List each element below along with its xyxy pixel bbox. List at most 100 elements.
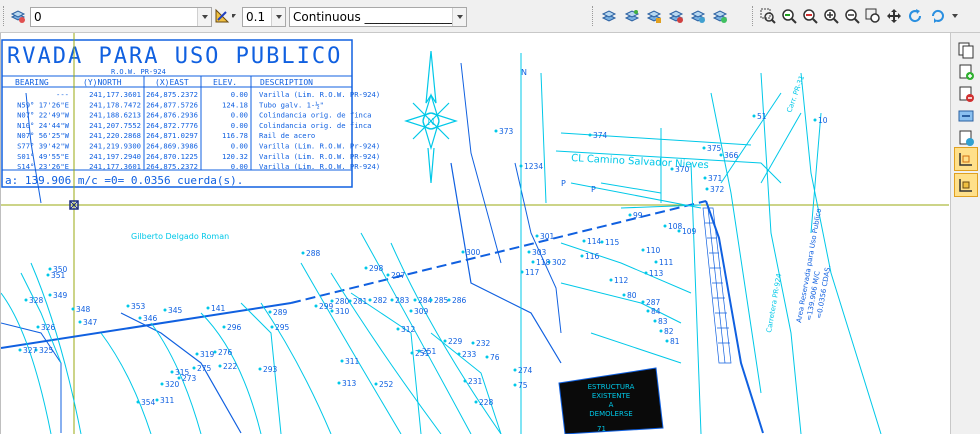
- drawing-canvas[interactable]: RVADA PARA USO PUBLICO R.O.W. PR-924 BEA…: [0, 33, 949, 434]
- chevron-down-icon[interactable]: [232, 7, 240, 25]
- survey-point-number: 117: [525, 268, 540, 277]
- survey-point-marker: [71, 307, 75, 311]
- linetype-dropdown[interactable]: Continuous _______________: [289, 7, 467, 27]
- survey-point-marker: [348, 299, 352, 303]
- survey-point-number: 286: [452, 296, 467, 305]
- toolbar-grip[interactable]: [592, 6, 594, 26]
- owner-label: Gilberto Delgado Roman: [131, 232, 229, 241]
- survey-point-number: 76: [490, 353, 500, 362]
- layer-freeze-icon[interactable]: [668, 8, 684, 24]
- survey-point-number: 310: [335, 307, 350, 316]
- survey-point-number: 349: [53, 291, 68, 300]
- table-cell: Varilla (Lim. R.O.W. PR-924): [259, 152, 380, 161]
- table-cell: 241,178.7472: [89, 100, 141, 109]
- layer-isolate-icon[interactable]: [646, 8, 662, 24]
- table-cell: 124.18: [222, 100, 248, 109]
- survey-point-marker: [702, 146, 706, 150]
- survey-point-number: 281: [353, 297, 368, 306]
- attach-icon[interactable]: [957, 129, 975, 147]
- survey-point-marker: [409, 309, 413, 313]
- layer-lock-icon[interactable]: [690, 8, 706, 24]
- lineweight-icon[interactable]: [214, 8, 230, 24]
- table-cell: 241,188.6213: [89, 111, 141, 120]
- layer-properties-icon[interactable]: [10, 8, 26, 24]
- survey-point-number: 112: [614, 276, 629, 285]
- layer-walk-icon[interactable]: [712, 8, 728, 24]
- table-cell: 264,876.2936: [146, 111, 198, 120]
- layer-color-icon[interactable]: [624, 8, 640, 24]
- survey-point-number: 114: [587, 237, 602, 246]
- toolbar-overflow[interactable]: [952, 7, 962, 27]
- linetype-value: Continuous _______________: [293, 10, 455, 24]
- add-object-icon[interactable]: [957, 63, 975, 81]
- survey-point-marker: [519, 164, 523, 168]
- chevron-down-icon[interactable]: [197, 8, 211, 26]
- survey-point-number: 51: [757, 112, 767, 121]
- survey-point-number: 116: [585, 252, 600, 261]
- survey-point-marker: [813, 118, 817, 122]
- toolbar-grip[interactable]: [3, 6, 5, 26]
- survey-point-number: 99: [633, 211, 643, 220]
- layer-manager-icon[interactable]: [601, 8, 617, 24]
- chevron-down-icon[interactable]: [271, 8, 285, 26]
- table-cell: N07° 56'25"W: [17, 131, 70, 140]
- survey-point-marker: [461, 250, 465, 254]
- block-text-2: EXISTENTE: [592, 392, 630, 400]
- survey-point-marker: [457, 352, 461, 356]
- drawing-svg[interactable]: RVADA PARA USO PUBLICO R.O.W. PR-924 BEA…: [1, 33, 949, 434]
- table-cell: 0.00: [231, 90, 248, 99]
- regen-icon[interactable]: [907, 8, 923, 24]
- refresh-icon[interactable]: [930, 8, 946, 24]
- survey-point-marker: [18, 348, 22, 352]
- zoom-all-icon[interactable]: [865, 8, 881, 24]
- table-cell: 264,875.2372: [146, 90, 198, 99]
- survey-point-marker: [374, 382, 378, 386]
- zoom-previous-icon[interactable]: [781, 8, 797, 24]
- survey-point-marker: [520, 270, 524, 274]
- survey-point-number: 297: [391, 271, 406, 280]
- survey-point-marker: [155, 398, 159, 402]
- owner-label-text: Gilberto Delgado Roman: [131, 232, 229, 241]
- survey-point-marker: [301, 251, 305, 255]
- pan-icon[interactable]: [886, 8, 902, 24]
- survey-point-number: 372: [710, 185, 725, 194]
- table-cell: 241,177.3601: [89, 90, 141, 99]
- paper-space-icon[interactable]: [957, 176, 975, 194]
- survey-point-marker: [447, 298, 451, 302]
- lineweight-dropdown[interactable]: 0.1: [242, 7, 286, 27]
- survey-point-number: 283: [395, 296, 410, 305]
- survey-point-marker: [206, 306, 210, 310]
- lineweight-arrow[interactable]: [232, 7, 240, 27]
- table-subtitle: R.O.W. PR-924: [111, 68, 166, 76]
- table-cell: 0.00: [231, 121, 248, 130]
- table-cell: 264,872.7776: [146, 121, 198, 130]
- zoom-in-icon[interactable]: [823, 8, 839, 24]
- survey-point-marker: [588, 133, 592, 137]
- survey-point-number: 75: [518, 381, 528, 390]
- layout-icon[interactable]: [957, 150, 975, 168]
- copy-object-icon[interactable]: [957, 41, 975, 59]
- survey-point-marker: [78, 320, 82, 324]
- layer-dropdown[interactable]: 0: [30, 7, 212, 27]
- table-cell: 0.00: [231, 162, 248, 171]
- survey-point-marker: [443, 339, 447, 343]
- survey-point-number: 347: [83, 318, 98, 327]
- toolbar-grip[interactable]: [752, 6, 754, 26]
- survey-point-marker: [474, 400, 478, 404]
- zoom-window-icon[interactable]: [760, 8, 776, 24]
- survey-point-marker: [485, 355, 489, 359]
- survey-point-number: 298: [369, 264, 384, 273]
- chevron-down-icon[interactable]: [952, 7, 962, 25]
- zoom-realtime-icon[interactable]: [802, 8, 818, 24]
- survey-point-marker: [340, 359, 344, 363]
- join-icon[interactable]: [957, 107, 975, 125]
- survey-point-marker: [368, 298, 372, 302]
- remove-object-icon[interactable]: [957, 85, 975, 103]
- chevron-down-icon[interactable]: [452, 8, 466, 26]
- survey-point-marker: [580, 254, 584, 258]
- survey-point-number: 233: [462, 350, 477, 359]
- zoom-extents-icon[interactable]: [844, 8, 860, 24]
- survey-point-marker: [126, 304, 130, 308]
- survey-point-marker: [136, 400, 140, 404]
- survey-point-number: 300: [466, 248, 481, 257]
